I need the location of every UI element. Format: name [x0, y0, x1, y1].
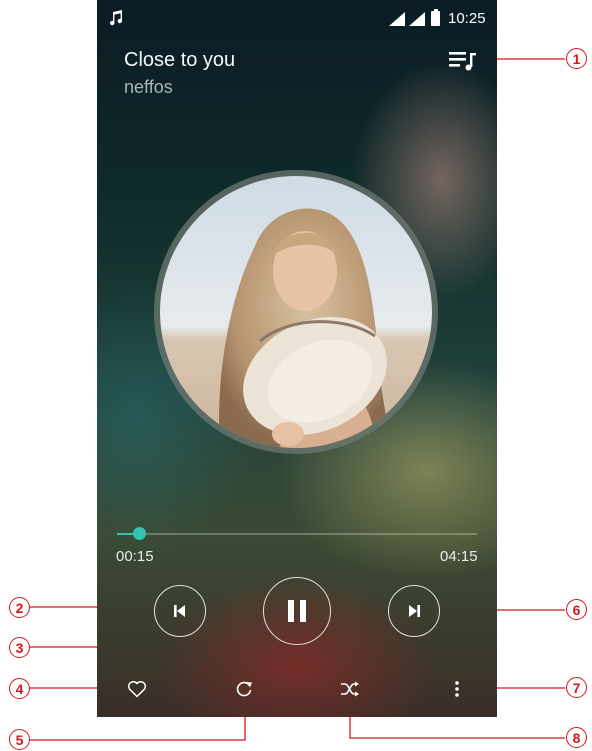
status-time: 10:25 — [448, 10, 486, 27]
next-button[interactable] — [388, 585, 440, 637]
callout-3: 3 — [9, 637, 30, 658]
previous-button[interactable] — [154, 585, 206, 637]
more-vertical-icon — [455, 681, 459, 697]
heart-icon — [127, 681, 147, 698]
callout-4: 4 — [9, 678, 30, 699]
playlist-icon[interactable] — [449, 50, 479, 72]
total-time: 04:15 — [440, 548, 478, 565]
battery-icon — [431, 9, 440, 26]
pause-button[interactable] — [263, 577, 331, 645]
shuffle-button[interactable] — [338, 677, 362, 701]
progress-bar[interactable] — [117, 527, 477, 540]
callout-7: 7 — [566, 677, 587, 698]
callout-2: 2 — [9, 597, 30, 618]
progress-thumb[interactable] — [132, 527, 146, 540]
album-art — [154, 170, 438, 454]
cell-signal-icon — [389, 12, 405, 26]
next-track-icon — [409, 605, 420, 617]
callout-6: 6 — [566, 599, 587, 620]
artist-name: neffos — [124, 77, 173, 97]
cell-signal-icon-2 — [409, 12, 425, 26]
shuffle-icon — [341, 681, 359, 697]
pause-icon — [288, 600, 306, 622]
status-bar: 10:25 — [97, 0, 497, 36]
callout-5: 5 — [9, 729, 30, 750]
callout-1: 1 — [566, 48, 587, 69]
repeat-button[interactable] — [232, 677, 256, 701]
callout-8: 8 — [566, 727, 587, 748]
repeat-icon — [236, 681, 252, 697]
elapsed-time: 00:15 — [116, 548, 154, 565]
music-player-screen: 10:25 Close to you neffos 00:15 04:15 — [97, 0, 497, 717]
more-options-button[interactable] — [447, 677, 467, 701]
previous-track-icon — [174, 605, 185, 617]
music-note-icon — [110, 10, 123, 26]
favorite-button[interactable] — [125, 677, 149, 701]
song-title: Close to you — [124, 49, 236, 71]
